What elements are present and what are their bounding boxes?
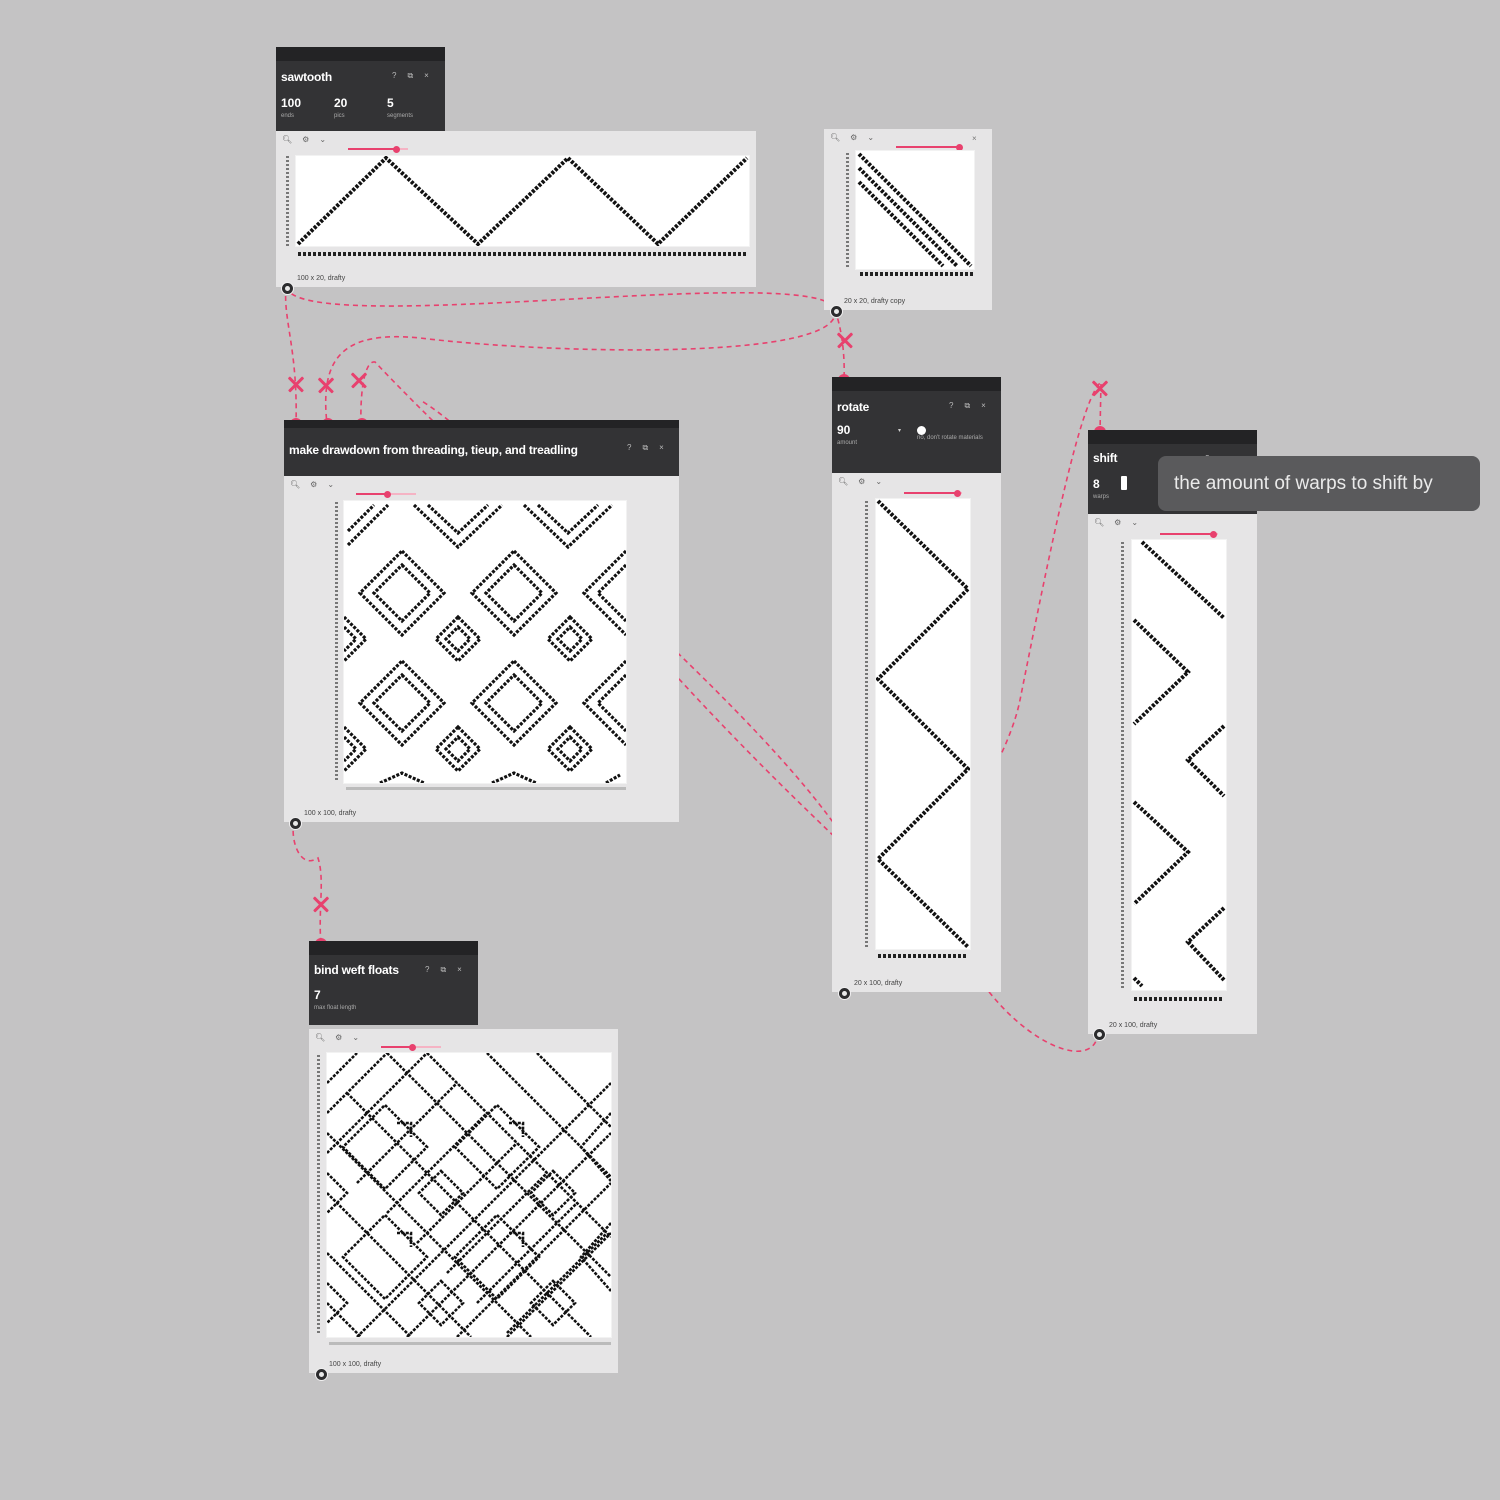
zoom-slider[interactable]	[904, 489, 962, 497]
operation-title: shift	[1093, 451, 1118, 465]
rotate-operation[interactable]: rotate ? ⧉ × 90 amount ▾ no, don't rotat…	[832, 377, 1001, 473]
bind-weft-floats-operation[interactable]: bind weft floats ? ⧉ × 7 max float lengt…	[309, 941, 478, 1025]
zoom-slider[interactable]	[896, 143, 963, 151]
warps-slider[interactable]	[1121, 476, 1127, 490]
info-icon[interactable]: ?	[627, 443, 631, 453]
close-icon[interactable]: ×	[457, 965, 462, 975]
zoom-slider[interactable]	[356, 490, 416, 498]
drag-handle[interactable]	[284, 420, 679, 428]
segments-param[interactable]: 5 segments	[387, 96, 413, 120]
rotate-output-port[interactable]	[837, 986, 851, 1000]
shift-output-port[interactable]	[1092, 1027, 1106, 1041]
wire-sawtooth-to-drawdown[interactable]	[284, 286, 297, 425]
drawdown-output-port[interactable]	[288, 816, 302, 830]
draft-info: 20 x 100, drafty	[1109, 1022, 1158, 1029]
gear-icon[interactable]: ⚙	[335, 1033, 342, 1042]
sawtooth-copy-draft-panel: 🔍︎ ⚙ ⌄ × 20 x 20, drafty copy	[824, 129, 992, 310]
bind-output-port[interactable]	[314, 1367, 328, 1381]
close-icon[interactable]: ×	[659, 443, 664, 453]
magnifier-icon[interactable]: 🔍︎	[830, 133, 840, 142]
chevron-icon[interactable]: ⌄	[352, 1033, 359, 1042]
warps-tooltip: the amount of warps to shift by	[1158, 456, 1480, 511]
zoom-slider[interactable]	[348, 145, 408, 153]
delete-connection-icon[interactable]	[310, 893, 332, 915]
delete-connection-icon[interactable]	[834, 329, 856, 351]
magnifier-icon[interactable]: 🔍︎	[838, 477, 848, 486]
wire-sawtooth-to-rotate[interactable]	[285, 286, 837, 311]
close-icon[interactable]: ×	[424, 71, 429, 81]
shift-draft-panel: 🔍︎ ⚙ ⌄ 20 x 100, drafty	[1088, 514, 1257, 1034]
operation-title: rotate	[837, 400, 870, 414]
info-icon[interactable]: ?	[425, 965, 429, 975]
drag-handle[interactable]	[309, 941, 478, 955]
info-icon[interactable]: ?	[949, 401, 953, 411]
draft-info: 20 x 100, drafty	[854, 980, 903, 987]
copy-output-port[interactable]	[829, 304, 843, 318]
draft-viewer[interactable]	[344, 501, 626, 783]
max-float-length-param[interactable]: 7 max float length	[314, 988, 356, 1012]
delete-connection-icon[interactable]	[315, 374, 337, 396]
chevron-icon[interactable]: ⌄	[327, 480, 334, 489]
operation-title: make drawdown from threading, tieup, and…	[289, 443, 578, 457]
gear-icon[interactable]: ⚙	[1114, 518, 1121, 527]
delete-connection-icon[interactable]	[1089, 377, 1111, 399]
copy-icon[interactable]: ⧉	[440, 965, 446, 975]
gear-icon[interactable]: ⚙	[302, 135, 309, 144]
sawtooth-draft-panel: 🔍︎ ⚙ ⌄ 100 x 20, drafty	[276, 131, 756, 287]
draft-info: 100 x 100, drafty	[329, 1361, 382, 1368]
sawtooth-output-port[interactable]	[280, 281, 294, 295]
magnifier-icon[interactable]: 🔍︎	[282, 135, 292, 144]
draft-viewer[interactable]	[327, 1053, 611, 1337]
info-icon[interactable]: ?	[392, 71, 396, 81]
zoom-slider[interactable]	[381, 1043, 441, 1051]
delete-connection-icon[interactable]	[285, 373, 307, 395]
wire-drawdown-to-bind[interactable]	[292, 821, 323, 945]
close-icon[interactable]: ×	[981, 401, 986, 411]
wire-copy-to-drawdown[interactable]	[324, 309, 836, 425]
zoom-slider[interactable]	[1160, 530, 1218, 538]
drag-handle[interactable]	[276, 47, 445, 61]
rotate-draft-panel: 🔍︎ ⚙ ⌄ 20 x 100, drafty	[832, 473, 1001, 992]
drag-handle[interactable]	[1088, 430, 1257, 444]
gear-icon[interactable]: ⚙	[850, 133, 857, 142]
bind-draft-panel: 🔍︎ ⚙ ⌄ 100 x 100, drafty	[309, 1029, 618, 1373]
warps-param[interactable]: 8 warps	[1093, 477, 1109, 501]
drag-handle[interactable]	[832, 377, 1001, 391]
drawdown-operation[interactable]: make drawdown from threading, tieup, and…	[284, 420, 679, 476]
chevron-down-icon[interactable]: ▾	[898, 427, 901, 434]
copy-icon[interactable]: ⧉	[964, 401, 970, 411]
drawdown-draft-panel: 🔍︎ ⚙ ⌄ 100 x 100, drafty	[284, 476, 679, 822]
draft-viewer[interactable]	[296, 156, 749, 246]
draft-info: 20 x 20, drafty copy	[844, 298, 906, 305]
materials-param: no, don't rotate materials	[917, 435, 983, 441]
chevron-icon[interactable]: ⌄	[319, 135, 326, 144]
copy-icon[interactable]: ⧉	[642, 443, 648, 453]
chevron-icon[interactable]: ⌄	[1131, 518, 1138, 527]
gear-icon[interactable]: ⚙	[310, 480, 317, 489]
draft-info: 100 x 100, drafty	[304, 810, 357, 817]
operation-title: sawtooth	[281, 70, 333, 84]
draft-viewer[interactable]	[876, 499, 970, 949]
magnifier-icon[interactable]: 🔍︎	[1094, 518, 1104, 527]
copy-icon[interactable]: ⧉	[407, 71, 413, 81]
chevron-icon[interactable]: ⌄	[875, 477, 882, 486]
delete-connection-icon[interactable]	[348, 369, 370, 391]
ends-param[interactable]: 100 ends	[281, 96, 301, 120]
amount-param[interactable]: 90 amount	[837, 423, 857, 447]
draft-viewer[interactable]	[856, 151, 974, 269]
pics-param[interactable]: 20 pics	[334, 96, 347, 120]
chevron-icon[interactable]: ⌄	[867, 133, 874, 142]
operation-title: bind weft floats	[314, 963, 399, 977]
sawtooth-operation[interactable]: sawtooth ? ⧉ × 100 ends 20 pics 5 segmen…	[276, 47, 445, 132]
magnifier-icon[interactable]: 🔍︎	[290, 480, 300, 489]
magnifier-icon[interactable]: 🔍︎	[315, 1033, 325, 1042]
draft-viewer[interactable]	[1132, 540, 1226, 990]
gear-icon[interactable]: ⚙	[858, 477, 865, 486]
draft-info: 100 x 20, drafty	[297, 275, 346, 282]
close-icon[interactable]: ×	[972, 134, 977, 143]
